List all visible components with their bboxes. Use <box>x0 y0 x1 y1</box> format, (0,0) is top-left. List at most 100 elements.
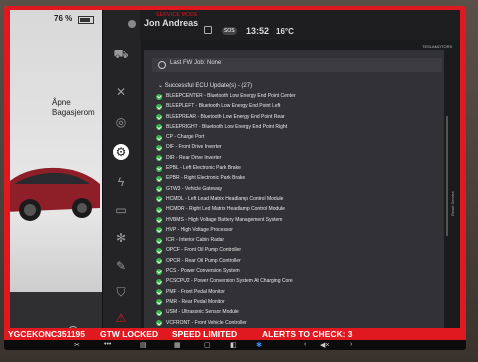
fw-job-row[interactable]: Last FW Job: None <box>152 58 442 72</box>
ecu-list-item[interactable]: PMF - Front Pedal Monitor <box>156 288 426 298</box>
chevron-right-icon[interactable]: › <box>350 341 352 348</box>
bluetooth-icon[interactable]: ✱ <box>256 341 262 349</box>
media-icon[interactable]: ▢ <box>204 341 211 349</box>
ecu-list-item[interactable]: BLEEPCENTER - Bluetooth Low Energy End P… <box>156 92 426 102</box>
open-trunk-line1: Åpne <box>52 98 71 107</box>
ecu-list-item[interactable]: GTW3 - Vehicle Gateway <box>156 185 426 195</box>
ecu-item-label: BLEEPLEFT - Bluetooth Low Energy End Poi… <box>166 103 281 110</box>
steering-wheel-icon[interactable]: ◎ <box>113 114 129 130</box>
lock-icon[interactable] <box>204 26 212 34</box>
grid-icon[interactable]: ▦ <box>174 341 181 349</box>
sos-badge[interactable]: SOS <box>222 27 237 35</box>
check-icon <box>156 155 162 162</box>
pen-icon[interactable]: ✎ <box>113 258 129 274</box>
ecu-update-panel: Last FW Job: None ⌄ Successful ECU Updat… <box>144 50 444 342</box>
check-icon <box>156 175 162 182</box>
fw-job-text: Last FW Job: None <box>170 60 222 66</box>
check-icon <box>156 206 162 213</box>
ecu-item-label: PCSCPU2 - Power Conversion System At Cha… <box>166 278 293 285</box>
ecu-list-item[interactable]: PMR - Rear Pedal Monitor <box>156 298 426 308</box>
ecu-list-item[interactable]: USM - Ultrasonic Sensor Module <box>156 308 426 318</box>
check-icon <box>156 247 162 254</box>
gtw-locked: GTW LOCKED <box>100 328 159 339</box>
ecu-list-item[interactable]: PCS - Power Conversion System <box>156 267 426 277</box>
wrench-icon[interactable]: ✂ <box>74 341 80 349</box>
lightning-icon[interactable]: ϟ <box>113 174 129 190</box>
ecu-list-item[interactable]: BLEEPRIGHT - Bluetooth Low Energy End Po… <box>156 123 426 133</box>
ecu-list-item[interactable]: BLEEPLEFT - Bluetooth Low Energy End Poi… <box>156 102 426 112</box>
ecu-list-item[interactable]: DIR - Rear Drive Inverter <box>156 154 426 164</box>
check-icon <box>156 320 162 327</box>
check-icon <box>156 114 162 121</box>
ecu-list-item[interactable]: OPCF - Front Oil Pump Controller <box>156 246 426 256</box>
ecu-list-item[interactable]: HVP - High Voltage Processor <box>156 226 426 236</box>
alert-bar: YGCEKONC351195 GTW LOCKED SPEED LIMITED … <box>4 328 466 340</box>
ecu-list-item[interactable]: EPBR - Right Electronic Park Brake <box>156 174 426 184</box>
ecu-list-item[interactable]: HCMDR - Right Led Matrix Headlamp Contro… <box>156 205 426 215</box>
ecu-item-label: HVP - High Voltage Processor <box>166 226 233 233</box>
scrollbar[interactable] <box>446 116 448 236</box>
check-icon <box>156 165 162 172</box>
status-bar: SERVICE MODE Jon Andreas SOS 13:52 16°C … <box>128 6 466 54</box>
check-icon <box>156 103 162 110</box>
ecu-list-item[interactable]: ICR - Interior Cabin Radar <box>156 236 426 246</box>
app-icon[interactable]: ▤ <box>140 341 147 349</box>
outside-temp: 16°C <box>276 27 294 36</box>
ecu-item-label: EPBR - Right Electronic Park Brake <box>166 175 246 182</box>
ecu-list-item[interactable]: BLEEPREAR - Bluetooth Low Energy End Poi… <box>156 113 426 123</box>
reset-service-label[interactable]: Reset Service <box>450 191 455 216</box>
check-icon <box>156 299 162 306</box>
alert-icon[interactable]: ⚠ <box>113 310 129 326</box>
car-render <box>4 167 100 221</box>
user-name[interactable]: Jon Andreas <box>144 18 198 28</box>
ecu-list-item[interactable]: HCMDL - Left Lead Matrix Headlamp Contro… <box>156 195 426 205</box>
check-icon <box>156 144 162 151</box>
vin-text: YGCEKONC351195 <box>8 328 86 339</box>
check-icon <box>156 217 162 224</box>
open-trunk-label[interactable]: Åpne Bagasjerom <box>52 98 95 118</box>
alerts-to-check[interactable]: ALERTS TO CHECK: 3 <box>262 329 353 339</box>
shield-icon[interactable]: ⛉ <box>113 284 129 300</box>
phone-icon[interactable]: ◧ <box>230 341 237 349</box>
check-icon <box>156 196 162 203</box>
ecu-list-item[interactable]: CP - Charge Port <box>156 133 426 143</box>
ecu-item-label: PMF - Front Pedal Monitor <box>166 288 225 295</box>
ecu-item-label: BLEEPCENTER - Bluetooth Low Energy End P… <box>166 93 296 99</box>
ecu-list-item[interactable]: EPBL - Left Electronic Park Brake <box>156 164 426 174</box>
ecu-list-item[interactable]: PCSCPU2 - Power Conversion System At Cha… <box>156 277 426 287</box>
ecu-list-item[interactable]: HVBMS - High Voltage Battery Management … <box>156 216 426 226</box>
volume-muted-icon[interactable]: ◀× <box>320 341 329 349</box>
speed-limited: SPEED LIMITED <box>172 328 238 339</box>
chevron-left-icon[interactable]: ‹ <box>304 341 306 348</box>
clock: 13:52 <box>246 26 270 36</box>
snowflake-icon[interactable]: ✻ <box>113 230 129 246</box>
check-icon <box>156 268 162 275</box>
check-icon <box>156 186 162 193</box>
battery-nav-icon[interactable]: ▭ <box>113 202 129 218</box>
radio-icon <box>158 61 166 69</box>
check-icon <box>156 227 162 234</box>
service-gear-icon[interactable]: ⚙ <box>113 144 129 160</box>
ecu-list-item[interactable]: DIF - Front Drive Inverter <box>156 143 426 153</box>
ecu-item-label: HCMDL - Left Lead Matrix Headlamp Contro… <box>166 195 284 202</box>
ecu-item-label: VCFRONT - Front Vehicle Controller <box>166 319 247 326</box>
dots-icon[interactable]: ••• <box>104 341 111 348</box>
ecu-item-label: GTW3 - Vehicle Gateway <box>166 185 223 192</box>
taskbar: ✂ ••• ▤ ▦ ▢ ◧ ✱ ‹ ◀× › <box>4 340 466 350</box>
tools-icon[interactable]: ✕ <box>113 84 129 100</box>
check-icon <box>156 309 162 316</box>
chevron-down-icon: ⌄ <box>158 83 165 89</box>
car-view-panel[interactable]: 76 % Åpne Bagasjerom ||| <box>4 6 102 342</box>
ecu-item-label: EPBL - Left Electronic Park Brake <box>166 165 241 172</box>
ecu-item-label: PMR - Rear Pedal Monitor <box>166 298 225 305</box>
ecu-item-label: HVBMS - High Voltage Battery Management … <box>166 216 283 223</box>
car-icon[interactable]: ⛟ <box>113 46 129 62</box>
ecu-section-header[interactable]: ⌄ Successful ECU Update(s) - (27) <box>158 82 252 89</box>
battery-icon <box>78 16 94 24</box>
touchscreen: 76 % Åpne Bagasjerom ||| ⛟ ✕ ◎ ⚙ ϟ ▭ ✻ ✎… <box>4 6 466 350</box>
check-icon <box>156 93 162 100</box>
battery-level: 76 % <box>54 14 73 23</box>
ecu-list-item[interactable]: OPCR - Rear Oil Pump Controller <box>156 257 426 267</box>
user-icon[interactable] <box>128 20 136 28</box>
ecu-item-label: ICR - Interior Cabin Radar <box>166 237 225 244</box>
